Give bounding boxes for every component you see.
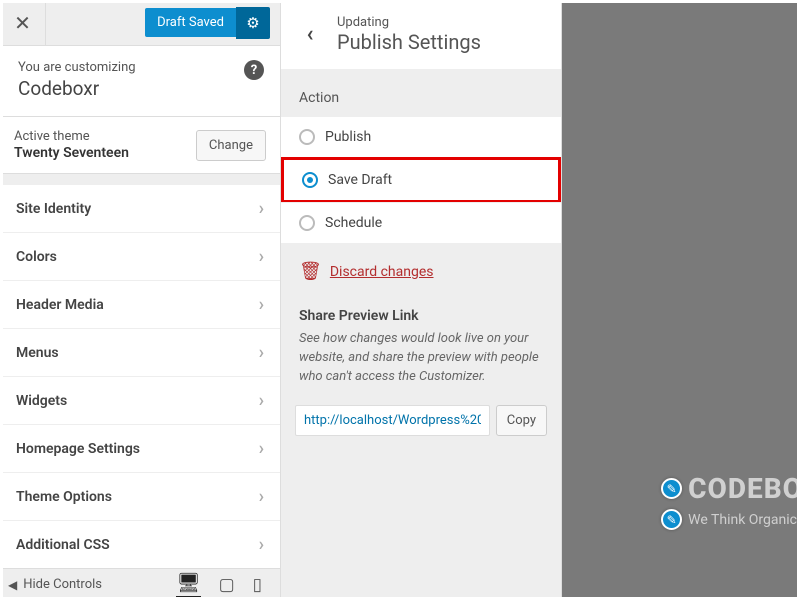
panel-supertitle: Updating: [337, 15, 481, 30]
chevron-right-icon: ›: [259, 534, 264, 555]
radio-publish-label: Publish: [325, 129, 371, 145]
desktop-icon[interactable]: 🖥: [176, 571, 200, 598]
share-url-input[interactable]: [295, 405, 490, 436]
customizing-block: You are customizing Codeboxr ?: [0, 46, 280, 117]
back-button[interactable]: ‹: [295, 20, 325, 50]
sidebar-footer: ◀ Hide Controls 🖥 ▢ ▯: [0, 568, 280, 600]
active-theme-label: Active theme: [14, 129, 129, 144]
nav-header-media[interactable]: Header Media›: [0, 280, 280, 329]
edit-shortcut-icon[interactable]: ✎: [661, 509, 682, 530]
panel-header: ‹ Updating Publish Settings: [281, 0, 561, 70]
share-url-row: Copy: [281, 405, 561, 452]
publish-settings-panel: ‹ Updating Publish Settings Action Publi…: [281, 0, 562, 600]
share-preview-block: Share Preview Link See how changes would…: [281, 300, 561, 405]
sidebar-header: ✕ Draft Saved ⚙: [0, 0, 280, 46]
discard-changes-row: 🗑 Discard changes: [281, 243, 561, 300]
active-theme-row: Active theme Twenty Seventeen Change: [0, 117, 280, 174]
triangle-left-icon: ◀: [8, 578, 17, 592]
chevron-right-icon: ›: [259, 438, 264, 459]
radio-icon: [299, 129, 315, 145]
hide-controls-button[interactable]: ◀ Hide Controls: [8, 577, 102, 592]
customizer-sidebar: ✕ Draft Saved ⚙ You are customizing Code…: [0, 0, 281, 600]
radio-icon: [299, 215, 315, 231]
site-title: Codeboxr: [18, 77, 262, 100]
trash-icon: 🗑: [299, 261, 322, 282]
copy-button[interactable]: Copy: [496, 405, 547, 436]
chevron-right-icon: ›: [259, 246, 264, 267]
nav-list: Site Identity› Colors› Header Media› Men…: [0, 184, 280, 568]
customizing-sublabel: You are customizing: [18, 60, 262, 75]
radio-schedule-label: Schedule: [325, 215, 382, 231]
share-preview-heading: Share Preview Link: [299, 308, 543, 324]
chevron-right-icon: ›: [259, 390, 264, 411]
tablet-icon[interactable]: ▢: [219, 575, 235, 595]
nav-menus[interactable]: Menus›: [0, 328, 280, 377]
active-theme-name: Twenty Seventeen: [14, 145, 129, 161]
radio-publish[interactable]: Publish: [281, 116, 561, 158]
chevron-right-icon: ›: [259, 198, 264, 219]
save-status: Draft Saved ⚙: [145, 7, 280, 39]
chevron-right-icon: ›: [259, 294, 264, 315]
radio-schedule[interactable]: Schedule: [281, 202, 561, 244]
discard-changes-link[interactable]: Discard changes: [330, 264, 434, 280]
brand-block: ✎ CODEBO ✎ We Think Organic: [661, 472, 800, 530]
close-button[interactable]: ✕: [0, 0, 46, 46]
change-theme-button[interactable]: Change: [196, 130, 266, 161]
radio-save-draft[interactable]: Save Draft: [281, 157, 561, 203]
nav-homepage-settings[interactable]: Homepage Settings›: [0, 424, 280, 473]
nav-colors[interactable]: Colors›: [0, 232, 280, 281]
chevron-right-icon: ›: [259, 342, 264, 363]
mobile-icon[interactable]: ▯: [253, 575, 262, 595]
edit-shortcut-icon[interactable]: ✎: [661, 478, 682, 499]
action-section-label: Action: [281, 70, 561, 116]
brand-tagline: We Think Organic: [688, 512, 797, 528]
draft-saved-label: Draft Saved: [145, 8, 236, 37]
share-preview-description: See how changes would look live on your …: [299, 330, 543, 387]
nav-theme-options[interactable]: Theme Options›: [0, 472, 280, 521]
panel-title: Publish Settings: [337, 30, 481, 54]
gear-icon[interactable]: ⚙: [236, 7, 270, 39]
nav-site-identity[interactable]: Site Identity›: [0, 184, 280, 233]
brand-text: CODEBO: [688, 472, 800, 505]
hide-controls-label: Hide Controls: [23, 577, 102, 592]
nav-additional-css[interactable]: Additional CSS›: [0, 520, 280, 569]
nav-widgets[interactable]: Widgets›: [0, 376, 280, 425]
radio-save-draft-label: Save Draft: [328, 172, 392, 188]
radio-icon: [302, 172, 318, 188]
device-preview-toggle: 🖥 ▢ ▯: [176, 571, 272, 598]
chevron-right-icon: ›: [259, 486, 264, 507]
help-icon[interactable]: ?: [244, 60, 264, 80]
